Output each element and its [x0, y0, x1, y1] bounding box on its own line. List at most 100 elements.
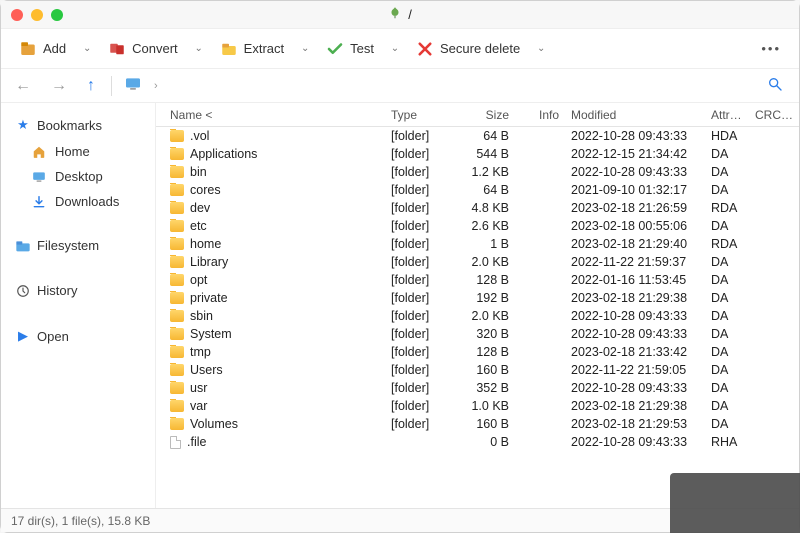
file-type: [folder]: [385, 147, 445, 161]
convert-button[interactable]: Convert: [100, 36, 186, 62]
file-type: [folder]: [385, 345, 445, 359]
add-button[interactable]: Add: [11, 36, 74, 62]
column-modified[interactable]: Modified: [565, 108, 705, 122]
history-clock-icon: [15, 284, 31, 298]
sidebar-item-home[interactable]: Home: [1, 141, 155, 162]
table-row[interactable]: usr[folder]352 B2022-10-28 09:43:33DA: [156, 379, 799, 397]
sidebar-item-history[interactable]: History: [1, 279, 155, 302]
extract-button[interactable]: Extract: [212, 36, 292, 62]
sidebar-bookmarks-header[interactable]: ★ Bookmarks: [1, 113, 155, 137]
table-row[interactable]: Users[folder]160 B2022-11-22 21:59:05DA: [156, 361, 799, 379]
file-attr: DA: [705, 273, 749, 287]
folder-icon: [170, 220, 184, 232]
sidebar-item-downloads[interactable]: Downloads: [1, 191, 155, 212]
main-body: ★ Bookmarks Home Desktop Downloads: [1, 103, 799, 508]
add-archive-icon: [19, 40, 37, 58]
table-row[interactable]: bin[folder]1.2 KB2022-10-28 09:43:33DA: [156, 163, 799, 181]
column-type[interactable]: Type: [385, 108, 445, 122]
column-attributes[interactable]: Attrib…: [705, 108, 749, 122]
close-window-button[interactable]: [11, 9, 23, 21]
app-icon: [388, 6, 402, 23]
secure-delete-button[interactable]: Secure delete: [408, 36, 528, 62]
column-size[interactable]: Size: [445, 108, 515, 122]
file-type: [folder]: [385, 165, 445, 179]
table-row[interactable]: private[folder]192 B2023-02-18 21:29:38D…: [156, 289, 799, 307]
folder-icon: [170, 256, 184, 268]
file-size: 544 B: [445, 147, 515, 161]
table-row[interactable]: .vol[folder]64 B2022-10-28 09:43:33HDA: [156, 127, 799, 145]
secure-delete-dropdown-chevron[interactable]: ⌄: [532, 39, 550, 58]
file-size: 2.0 KB: [445, 255, 515, 269]
root-computer-icon[interactable]: [124, 77, 142, 94]
table-row[interactable]: Library[folder]2.0 KB2022-11-22 21:59:37…: [156, 253, 799, 271]
file-attr: DA: [705, 417, 749, 431]
file-attr: DA: [705, 309, 749, 323]
file-name: sbin: [190, 309, 213, 323]
file-type: [folder]: [385, 201, 445, 215]
file-type: [folder]: [385, 417, 445, 431]
table-row[interactable]: dev[folder]4.8 KB2023-02-18 21:26:59RDA: [156, 199, 799, 217]
table-row[interactable]: tmp[folder]128 B2023-02-18 21:33:42DA: [156, 343, 799, 361]
file-attr: DA: [705, 399, 749, 413]
extract-dropdown-chevron[interactable]: ⌄: [296, 39, 314, 58]
table-row[interactable]: opt[folder]128 B2022-01-16 11:53:45DA: [156, 271, 799, 289]
file-attr: DA: [705, 327, 749, 341]
home-icon: [31, 145, 47, 159]
sidebar-item-label: History: [37, 283, 77, 298]
folder-icon: [170, 166, 184, 178]
sidebar-item-open[interactable]: ▶ Open: [1, 324, 155, 348]
column-name[interactable]: Name <: [156, 108, 385, 122]
column-info[interactable]: Info: [515, 108, 565, 122]
folder-icon: [170, 364, 184, 376]
file-attr: DA: [705, 147, 749, 161]
file-name: bin: [190, 165, 207, 179]
test-dropdown-chevron[interactable]: ⌄: [386, 39, 404, 58]
folder-icon: [170, 202, 184, 214]
table-row[interactable]: home[folder]1 B2023-02-18 21:29:40RDA: [156, 235, 799, 253]
column-crc[interactable]: CRC32: [749, 108, 799, 122]
forward-arrow-icon[interactable]: →: [47, 75, 71, 97]
sidebar-item-desktop[interactable]: Desktop: [1, 166, 155, 187]
file-size: 2.0 KB: [445, 309, 515, 323]
table-row[interactable]: System[folder]320 B2022-10-28 09:43:33DA: [156, 325, 799, 343]
file-name: Volumes: [190, 417, 238, 431]
add-dropdown-chevron[interactable]: ⌄: [78, 39, 96, 58]
file-attr: HDA: [705, 129, 749, 143]
table-row[interactable]: Volumes[folder]160 B2023-02-18 21:29:53D…: [156, 415, 799, 433]
checkmark-icon: [326, 40, 344, 58]
sidebar-item-filesystem[interactable]: Filesystem: [1, 234, 155, 257]
table-row[interactable]: .file0 B2022-10-28 09:43:33RHA: [156, 433, 799, 451]
table-row[interactable]: Applications[folder]544 B2022-12-15 21:3…: [156, 145, 799, 163]
extract-icon: [220, 40, 238, 58]
status-text: 17 dir(s), 1 file(s), 15.8 KB: [11, 514, 150, 528]
file-modified: 2023-02-18 21:29:38: [565, 291, 705, 305]
search-icon[interactable]: [761, 72, 789, 100]
sidebar-item-label: Open: [37, 329, 69, 344]
file-attr: RDA: [705, 237, 749, 251]
desktop-icon: [31, 171, 47, 183]
file-pane: Name < Type Size Info Modified Attrib… C…: [156, 103, 799, 508]
test-button[interactable]: Test: [318, 36, 382, 62]
file-size: 4.8 KB: [445, 201, 515, 215]
file-name: tmp: [190, 345, 211, 359]
back-arrow-icon[interactable]: ←: [11, 75, 35, 97]
table-row[interactable]: var[folder]1.0 KB2023-02-18 21:29:38DA: [156, 397, 799, 415]
file-name: Library: [190, 255, 228, 269]
table-row[interactable]: etc[folder]2.6 KB2023-02-18 00:55:06DA: [156, 217, 799, 235]
file-modified: 2023-02-18 21:33:42: [565, 345, 705, 359]
file-attr: DA: [705, 255, 749, 269]
file-attr: DA: [705, 345, 749, 359]
folder-icon: [170, 148, 184, 160]
maximize-window-button[interactable]: [51, 9, 63, 21]
up-arrow-icon[interactable]: ↑: [83, 75, 99, 97]
table-row[interactable]: cores[folder]64 B2021-09-10 01:32:17DA: [156, 181, 799, 199]
minimize-window-button[interactable]: [31, 9, 43, 21]
overflow-menu-button[interactable]: •••: [753, 37, 789, 60]
folder-icon: [170, 130, 184, 142]
table-row[interactable]: sbin[folder]2.0 KB2022-10-28 09:43:33DA: [156, 307, 799, 325]
convert-label: Convert: [132, 41, 178, 56]
file-name: Users: [190, 363, 223, 377]
bookmarks-label: Bookmarks: [37, 118, 102, 133]
file-type: [folder]: [385, 273, 445, 287]
convert-dropdown-chevron[interactable]: ⌄: [190, 39, 208, 58]
